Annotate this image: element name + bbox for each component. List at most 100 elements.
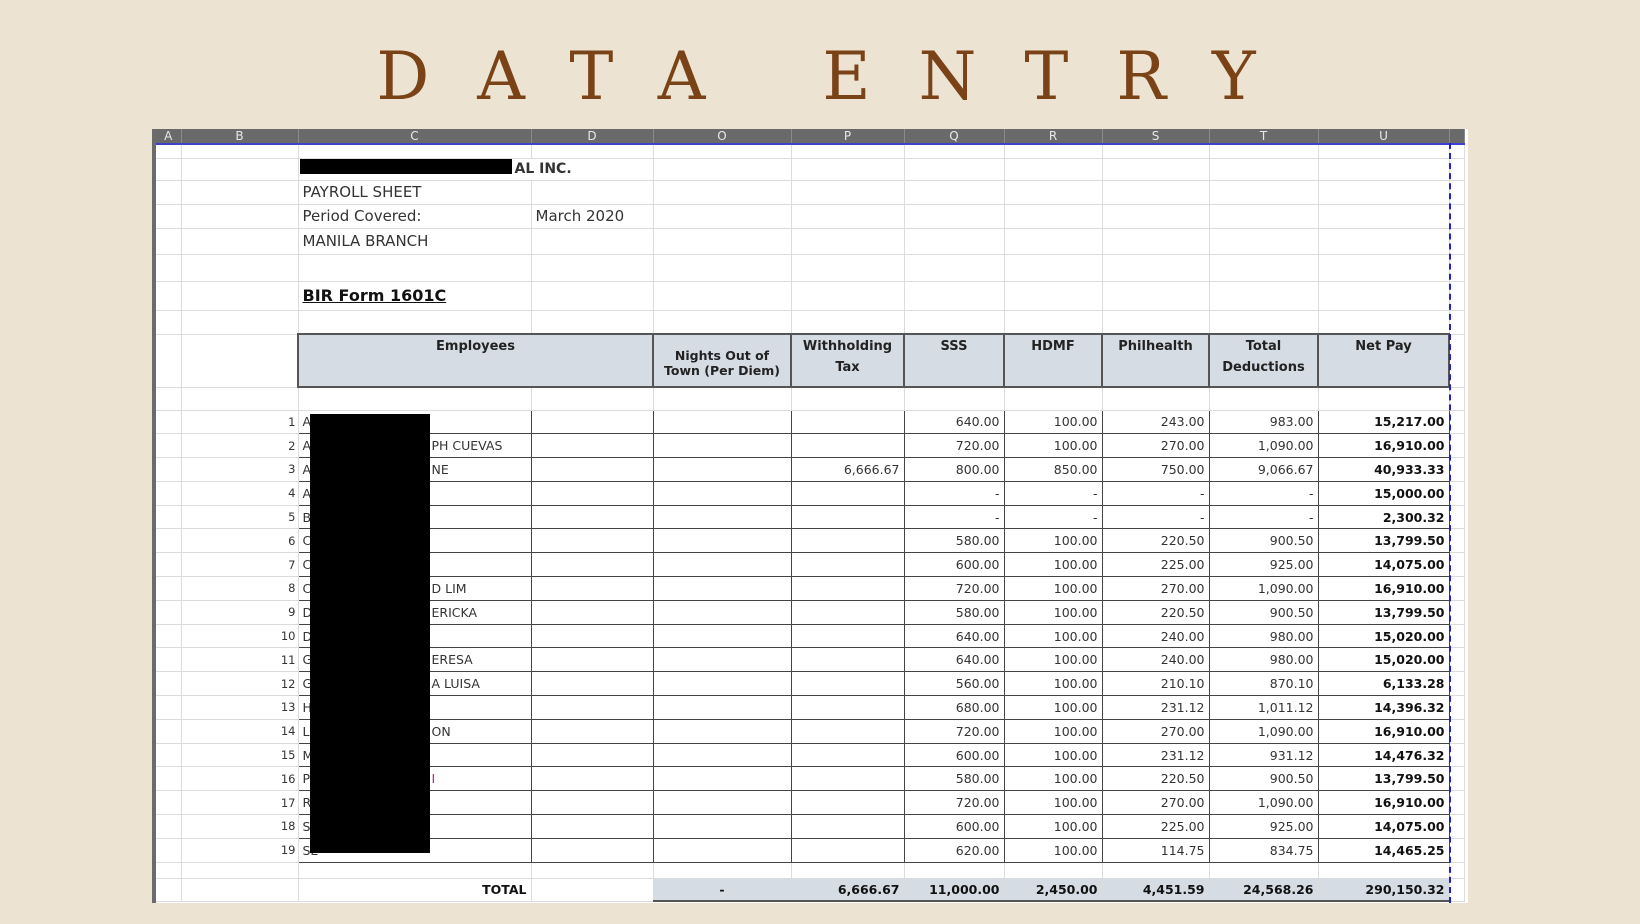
column-header[interactable]: B (181, 129, 299, 145)
withholding-tax-cell[interactable] (790, 480, 905, 506)
total-deductions-cell[interactable]: - (1208, 480, 1319, 506)
nights-cell[interactable] (652, 623, 792, 649)
sss-cell[interactable]: 600.00 (903, 552, 1005, 578)
philhealth-cell[interactable]: 220.50 (1101, 599, 1210, 625)
total-deductions-cell[interactable]: 983.00 (1208, 409, 1319, 435)
hdmf-cell[interactable]: 100.00 (1003, 790, 1103, 816)
philhealth-cell[interactable]: 750.00 (1101, 457, 1210, 482)
sss-cell[interactable]: 720.00 (903, 433, 1005, 459)
sss-cell[interactable]: 580.00 (903, 528, 1005, 554)
withholding-tax-cell[interactable] (790, 647, 905, 673)
nights-cell[interactable] (652, 504, 792, 530)
philhealth-cell[interactable]: 231.12 (1101, 742, 1210, 768)
philhealth-cell[interactable]: - (1101, 480, 1210, 506)
sss-cell[interactable]: 600.00 (903, 814, 1005, 839)
nights-cell[interactable] (652, 766, 792, 792)
net-pay-cell[interactable]: 13,799.50 (1317, 599, 1450, 625)
sss-cell[interactable]: 800.00 (903, 457, 1005, 482)
nights-cell[interactable] (652, 671, 792, 697)
philhealth-cell[interactable]: 240.00 (1101, 623, 1210, 649)
philhealth-cell[interactable]: 114.75 (1101, 837, 1210, 863)
total-hdmf[interactable]: 2,450.00 (1004, 878, 1103, 903)
hdmf-cell[interactable]: - (1003, 480, 1103, 506)
hdmf-cell[interactable]: 100.00 (1003, 623, 1103, 649)
nights-cell[interactable] (652, 457, 792, 482)
sss-cell[interactable]: 600.00 (903, 742, 1005, 768)
withholding-tax-cell[interactable] (790, 742, 905, 768)
nights-cell[interactable] (652, 409, 792, 435)
philhealth-cell[interactable]: 225.00 (1101, 552, 1210, 578)
withholding-tax-cell[interactable] (790, 528, 905, 554)
period-value[interactable]: March 2020 (531, 204, 654, 229)
net-pay-cell[interactable]: 16,910.00 (1317, 790, 1450, 816)
total-deductions-cell[interactable]: 900.50 (1208, 766, 1319, 792)
withholding-tax-cell[interactable] (790, 433, 905, 459)
total-deductions-cell[interactable]: 834.75 (1208, 837, 1319, 863)
withholding-tax-cell[interactable] (790, 623, 905, 649)
sss-cell[interactable]: 620.00 (903, 837, 1005, 863)
spreadsheet[interactable]: A B C D O P Q R S T U AL INC. PAYROLL SH… (152, 129, 1468, 903)
withholding-tax-cell[interactable] (790, 766, 905, 792)
withholding-tax-cell[interactable] (790, 599, 905, 625)
sss-cell[interactable]: 720.00 (903, 790, 1005, 816)
nights-cell[interactable] (652, 837, 792, 863)
total-deductions-cell[interactable]: 1,090.00 (1208, 576, 1319, 601)
nights-cell[interactable] (652, 814, 792, 839)
hdmf-cell[interactable]: - (1003, 504, 1103, 530)
total-deductions-cell[interactable]: 1,090.00 (1208, 718, 1319, 744)
nights-cell[interactable] (652, 742, 792, 768)
nights-cell[interactable] (652, 790, 792, 816)
hdmf-cell[interactable]: 100.00 (1003, 552, 1103, 578)
philhealth-cell[interactable]: 270.00 (1101, 790, 1210, 816)
nights-cell[interactable] (652, 528, 792, 554)
sss-cell[interactable]: 560.00 (903, 671, 1005, 697)
net-pay-cell[interactable]: 15,217.00 (1317, 409, 1450, 435)
net-pay-cell[interactable]: 2,300.32 (1317, 504, 1450, 530)
nights-cell[interactable] (652, 552, 792, 578)
net-pay-cell[interactable]: 15,020.00 (1317, 647, 1450, 673)
nights-cell[interactable] (652, 576, 792, 601)
total-deductions-cell[interactable]: 1,090.00 (1208, 433, 1319, 459)
column-header[interactable]: R (1004, 129, 1103, 145)
total-nights[interactable]: - (653, 878, 792, 903)
nights-cell[interactable] (652, 695, 792, 720)
total-deductions-cell[interactable]: 980.00 (1208, 623, 1319, 649)
sss-cell[interactable]: 580.00 (903, 599, 1005, 625)
hdmf-cell[interactable]: 100.00 (1003, 814, 1103, 839)
philhealth-cell[interactable]: 210.10 (1101, 671, 1210, 697)
total-sss[interactable]: 11,000.00 (904, 878, 1005, 903)
total-deductions-cell[interactable]: 1,011.12 (1208, 695, 1319, 720)
nights-cell[interactable] (652, 433, 792, 459)
net-pay-cell[interactable]: 14,476.32 (1317, 742, 1450, 768)
total-deductions-cell[interactable]: 9,066.67 (1208, 457, 1319, 482)
total-withholding-tax[interactable]: 6,666.67 (791, 878, 905, 903)
hdmf-cell[interactable]: 100.00 (1003, 599, 1103, 625)
total-deductions-cell[interactable]: 931.12 (1208, 742, 1319, 768)
column-header[interactable]: T (1209, 129, 1319, 145)
hdmf-cell[interactable]: 100.00 (1003, 695, 1103, 720)
hdmf-cell[interactable]: 850.00 (1003, 457, 1103, 482)
sss-cell[interactable]: 640.00 (903, 409, 1005, 435)
net-pay-cell[interactable]: 14,075.00 (1317, 814, 1450, 839)
withholding-tax-cell[interactable]: 6,666.67 (790, 457, 905, 482)
hdmf-cell[interactable]: 100.00 (1003, 671, 1103, 697)
nights-cell[interactable] (652, 480, 792, 506)
total-deductions-cell[interactable]: 900.50 (1208, 599, 1319, 625)
total-deductions[interactable]: 24,568.26 (1209, 878, 1319, 903)
hdmf-cell[interactable]: 100.00 (1003, 409, 1103, 435)
net-pay-cell[interactable]: 16,910.00 (1317, 718, 1450, 744)
total-philhealth[interactable]: 4,451.59 (1102, 878, 1210, 903)
total-deductions-cell[interactable]: 980.00 (1208, 647, 1319, 673)
philhealth-cell[interactable]: 220.50 (1101, 766, 1210, 792)
withholding-tax-cell[interactable] (790, 409, 905, 435)
philhealth-cell[interactable]: 231.12 (1101, 695, 1210, 720)
withholding-tax-cell[interactable] (790, 837, 905, 863)
column-header[interactable]: C (298, 129, 532, 145)
net-pay-cell[interactable]: 16,910.00 (1317, 576, 1450, 601)
net-pay-cell[interactable]: 40,933.33 (1317, 457, 1450, 482)
total-deductions-cell[interactable]: 900.50 (1208, 528, 1319, 554)
philhealth-cell[interactable]: 270.00 (1101, 433, 1210, 459)
total-deductions-cell[interactable]: - (1208, 504, 1319, 530)
philhealth-cell[interactable]: 270.00 (1101, 718, 1210, 744)
total-deductions-cell[interactable]: 870.10 (1208, 671, 1319, 697)
